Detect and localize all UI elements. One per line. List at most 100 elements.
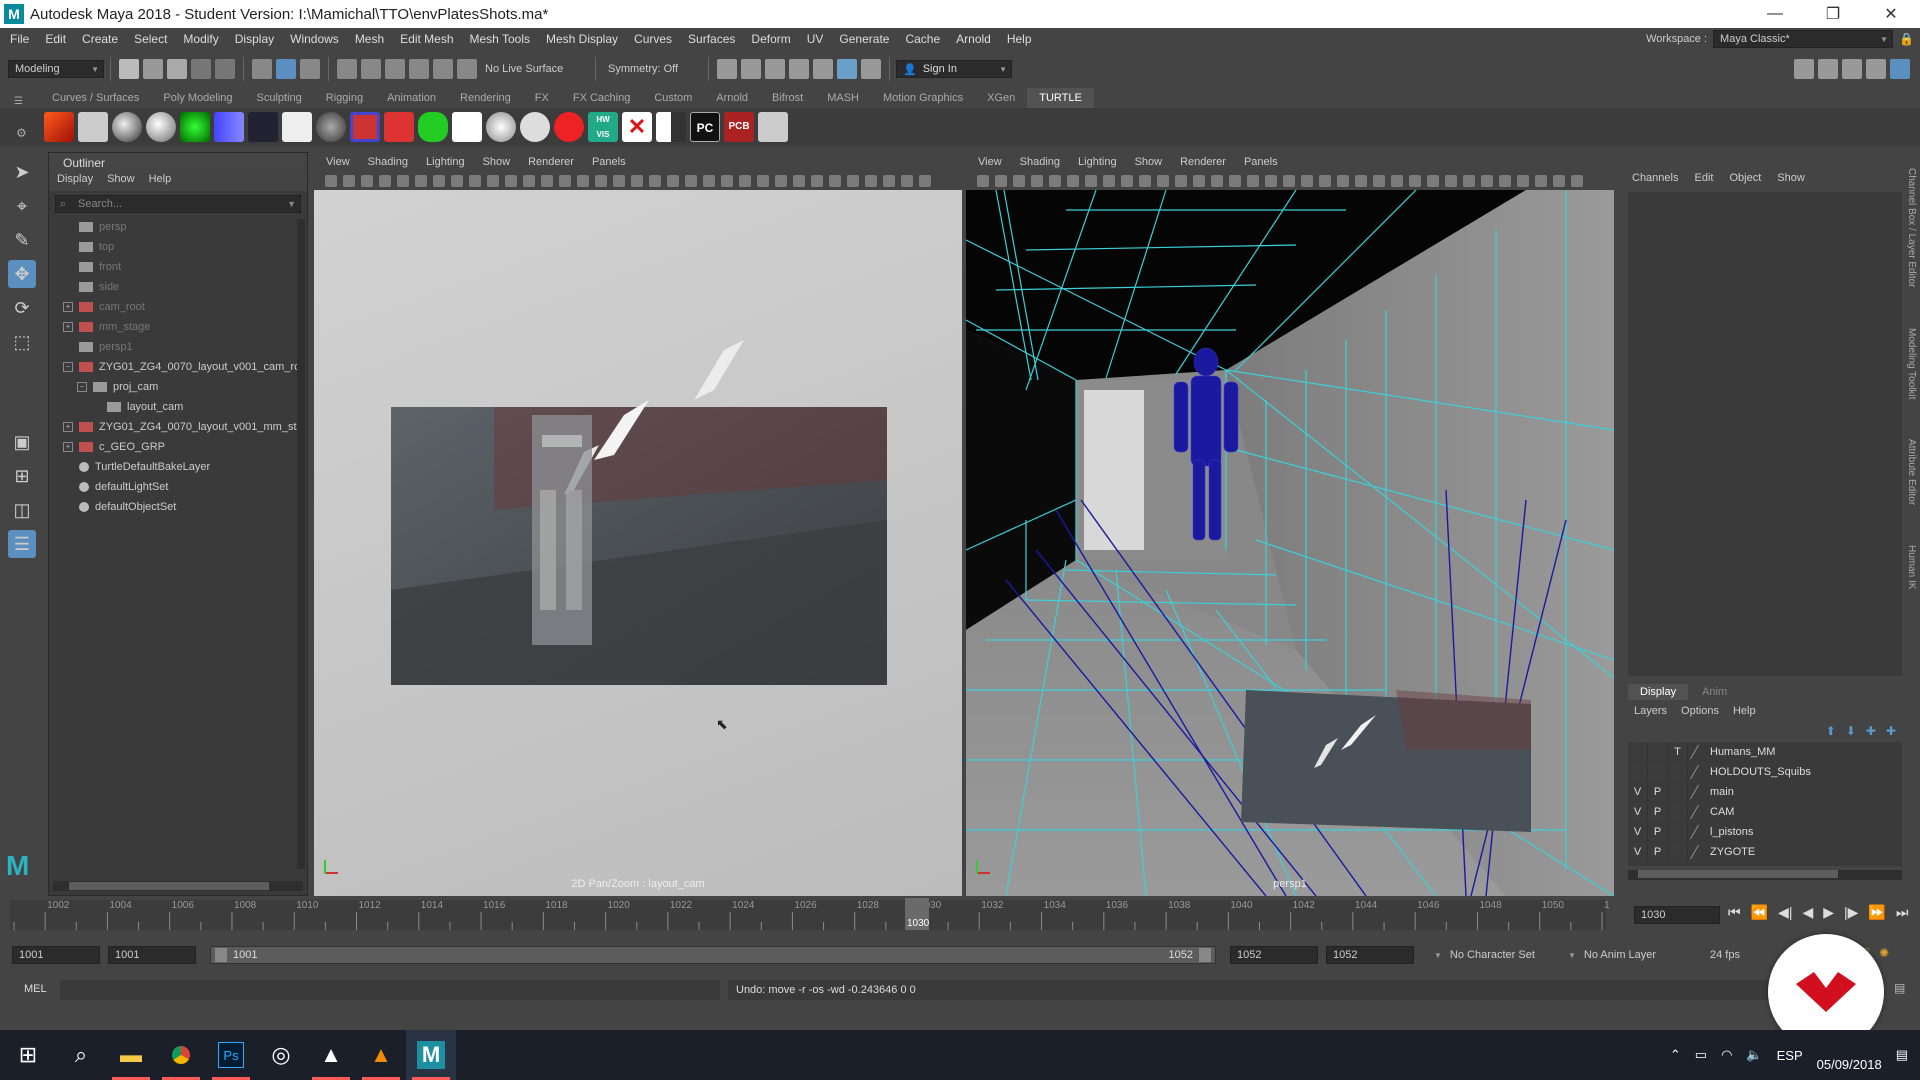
- shelf-tab-bifrost[interactable]: Bifrost: [760, 88, 815, 108]
- channel-box-area[interactable]: [1628, 192, 1902, 676]
- turtle-hw-vis-icon[interactable]: HW VIS: [588, 112, 618, 142]
- hypershade-icon[interactable]: [813, 59, 833, 79]
- step-back-frame-icon[interactable]: ◀|: [1778, 904, 1792, 921]
- snap-grid-icon[interactable]: [337, 59, 357, 79]
- shelf-gear-icon[interactable]: ⚙: [16, 126, 27, 140]
- viewport-menu-panels[interactable]: Panels: [592, 156, 626, 168]
- live-surface-field[interactable]: No Live Surface: [479, 60, 589, 78]
- volume-icon[interactable]: 🔈: [1746, 1047, 1762, 1063]
- workspace-dropdown[interactable]: Maya Classic* ▼: [1713, 30, 1894, 48]
- outliner-layout-icon[interactable]: ☰: [8, 530, 36, 558]
- turtle-dots-icon[interactable]: [282, 112, 312, 142]
- new-layer-icon[interactable]: ✚: [1866, 724, 1876, 738]
- viewport-menu-view[interactable]: View: [978, 156, 1002, 168]
- turtle-red-disc-icon[interactable]: [554, 112, 584, 142]
- outliner-menu-show[interactable]: Show: [107, 173, 135, 191]
- layer-toggle-t[interactable]: T: [1668, 742, 1688, 761]
- turtle-pcb-icon[interactable]: PCB: [724, 112, 754, 142]
- shelf-tab-animation[interactable]: Animation: [375, 88, 448, 108]
- turtle-sphere-icon[interactable]: [112, 112, 142, 142]
- layer-toggle-t[interactable]: [1668, 802, 1688, 821]
- layer-toggle-v[interactable]: V: [1628, 802, 1648, 821]
- collapse-icon[interactable]: −: [63, 362, 73, 372]
- select-tool-icon[interactable]: ➤: [8, 158, 36, 186]
- step-back-key-icon[interactable]: ⏪: [1751, 904, 1768, 921]
- layer-color-swatch[interactable]: [1689, 764, 1709, 779]
- go-to-start-icon[interactable]: ⏮: [1728, 904, 1741, 921]
- script-editor-icon[interactable]: ▤: [1894, 981, 1905, 995]
- step-forward-key-icon[interactable]: ⏩: [1868, 904, 1885, 921]
- outliner-search-input[interactable]: ⌕ Search... ▼: [55, 195, 301, 213]
- side-tab-channel-box-layer-editor[interactable]: Channel Box / Layer Editor: [1906, 168, 1917, 288]
- viewport-menu-shading[interactable]: Shading: [368, 156, 408, 168]
- channel-menu-channels[interactable]: Channels: [1632, 172, 1678, 184]
- menu-help[interactable]: Help: [999, 32, 1040, 46]
- shelf-tab-mash[interactable]: MASH: [815, 88, 871, 108]
- chevron-up-icon[interactable]: ⌃: [1670, 1047, 1681, 1063]
- menu-modify[interactable]: Modify: [175, 32, 226, 46]
- menu-mesh-tools[interactable]: Mesh Tools: [462, 32, 538, 46]
- side-tab-modeling-toolkit[interactable]: Modeling Toolkit: [1906, 328, 1917, 400]
- layer-menu-help[interactable]: Help: [1733, 705, 1756, 717]
- rotate-tool-icon[interactable]: ⟳: [8, 294, 36, 322]
- menu-mesh-display[interactable]: Mesh Display: [538, 32, 626, 46]
- layer-toggle-t[interactable]: [1668, 822, 1688, 841]
- wifi-icon[interactable]: ◠: [1721, 1047, 1732, 1063]
- move-layer-up-icon[interactable]: ⬆: [1826, 724, 1836, 738]
- turtle-bake-icon[interactable]: [44, 112, 74, 142]
- menu-edit-mesh[interactable]: Edit Mesh: [392, 32, 461, 46]
- layer-tab-anim[interactable]: Anim: [1690, 684, 1739, 700]
- shelf-tab-fx[interactable]: FX: [523, 88, 561, 108]
- save-scene-icon[interactable]: [167, 59, 187, 79]
- menu-uv[interactable]: UV: [799, 32, 832, 46]
- outliner-item[interactable]: + cam_root: [49, 297, 307, 317]
- turtle-green-sphere-icon[interactable]: [180, 112, 210, 142]
- current-frame-field[interactable]: 1030: [1634, 906, 1720, 924]
- outliner-item[interactable]: + c_GEO_GRP: [49, 437, 307, 457]
- render-sequence-icon[interactable]: [741, 59, 761, 79]
- undo-icon[interactable]: [191, 59, 211, 79]
- side-tab-human-ik[interactable]: Human IK: [1906, 545, 1917, 589]
- viewport-menu-renderer[interactable]: Renderer: [528, 156, 574, 168]
- viewport-menu-panels[interactable]: Panels: [1244, 156, 1278, 168]
- battery-icon[interactable]: ▭: [1695, 1047, 1707, 1063]
- layer-row[interactable]: V P ZYGOTE: [1628, 842, 1902, 862]
- viewport-right-canvas[interactable]: persp1: [966, 190, 1614, 896]
- range-bar[interactable]: 1001 1052: [210, 946, 1216, 964]
- viewport-menu-renderer[interactable]: Renderer: [1180, 156, 1226, 168]
- maximize-icon[interactable]: ❐: [1804, 0, 1862, 28]
- shelf-tab-turtle[interactable]: TURTLE: [1027, 88, 1094, 108]
- outliner-item[interactable]: persp1: [49, 337, 307, 357]
- script-lang-label[interactable]: MEL: [24, 983, 47, 995]
- layer-row[interactable]: HOLDOUTS_Squibs: [1628, 762, 1902, 782]
- minimize-icon[interactable]: —: [1746, 0, 1804, 28]
- turtle-disc-icon[interactable]: [520, 112, 550, 142]
- go-to-end-icon[interactable]: ⏭: [1896, 904, 1909, 921]
- snap-surface-icon[interactable]: [433, 59, 453, 79]
- layer-row[interactable]: V Pmain: [1628, 782, 1902, 802]
- turtle-bw-icon[interactable]: [656, 112, 686, 142]
- side-tab-attribute-editor[interactable]: Attribute Editor: [1906, 439, 1917, 505]
- render-settings-icon[interactable]: [789, 59, 809, 79]
- attribute-editor-icon[interactable]: [1842, 59, 1862, 79]
- outliner-item[interactable]: top: [49, 237, 307, 257]
- layer-row[interactable]: T Humans_MM: [1628, 742, 1902, 762]
- layer-toggle-p[interactable]: P: [1648, 782, 1668, 801]
- shelf-tab-rigging[interactable]: Rigging: [314, 88, 375, 108]
- time-slider[interactable]: 1002 1004 1006 1008 1010 1012 1014 1016 1018 1020…: [0, 898, 1920, 934]
- playback-end-field[interactable]: 1052: [1230, 946, 1318, 964]
- layer-toggle-v[interactable]: V: [1628, 842, 1648, 861]
- move-layer-down-icon[interactable]: ⬇: [1846, 724, 1856, 738]
- menu-mesh[interactable]: Mesh: [347, 32, 392, 46]
- turtle-red-window-icon[interactable]: [384, 112, 414, 142]
- photos-icon[interactable]: ▲: [306, 1030, 356, 1080]
- file-explorer-icon[interactable]: ▬: [106, 1030, 156, 1080]
- tool-settings-icon[interactable]: [1866, 59, 1886, 79]
- render-frame-icon[interactable]: [717, 59, 737, 79]
- clock-date[interactable]: 05/09/2018: [1817, 1057, 1882, 1072]
- layer-toggle-v[interactable]: V: [1628, 822, 1648, 841]
- turtle-shapes-icon[interactable]: [452, 112, 482, 142]
- ipr-icon[interactable]: [837, 59, 857, 79]
- layer-toggle-t[interactable]: [1668, 762, 1688, 781]
- scale-tool-icon[interactable]: ⬚: [8, 328, 36, 356]
